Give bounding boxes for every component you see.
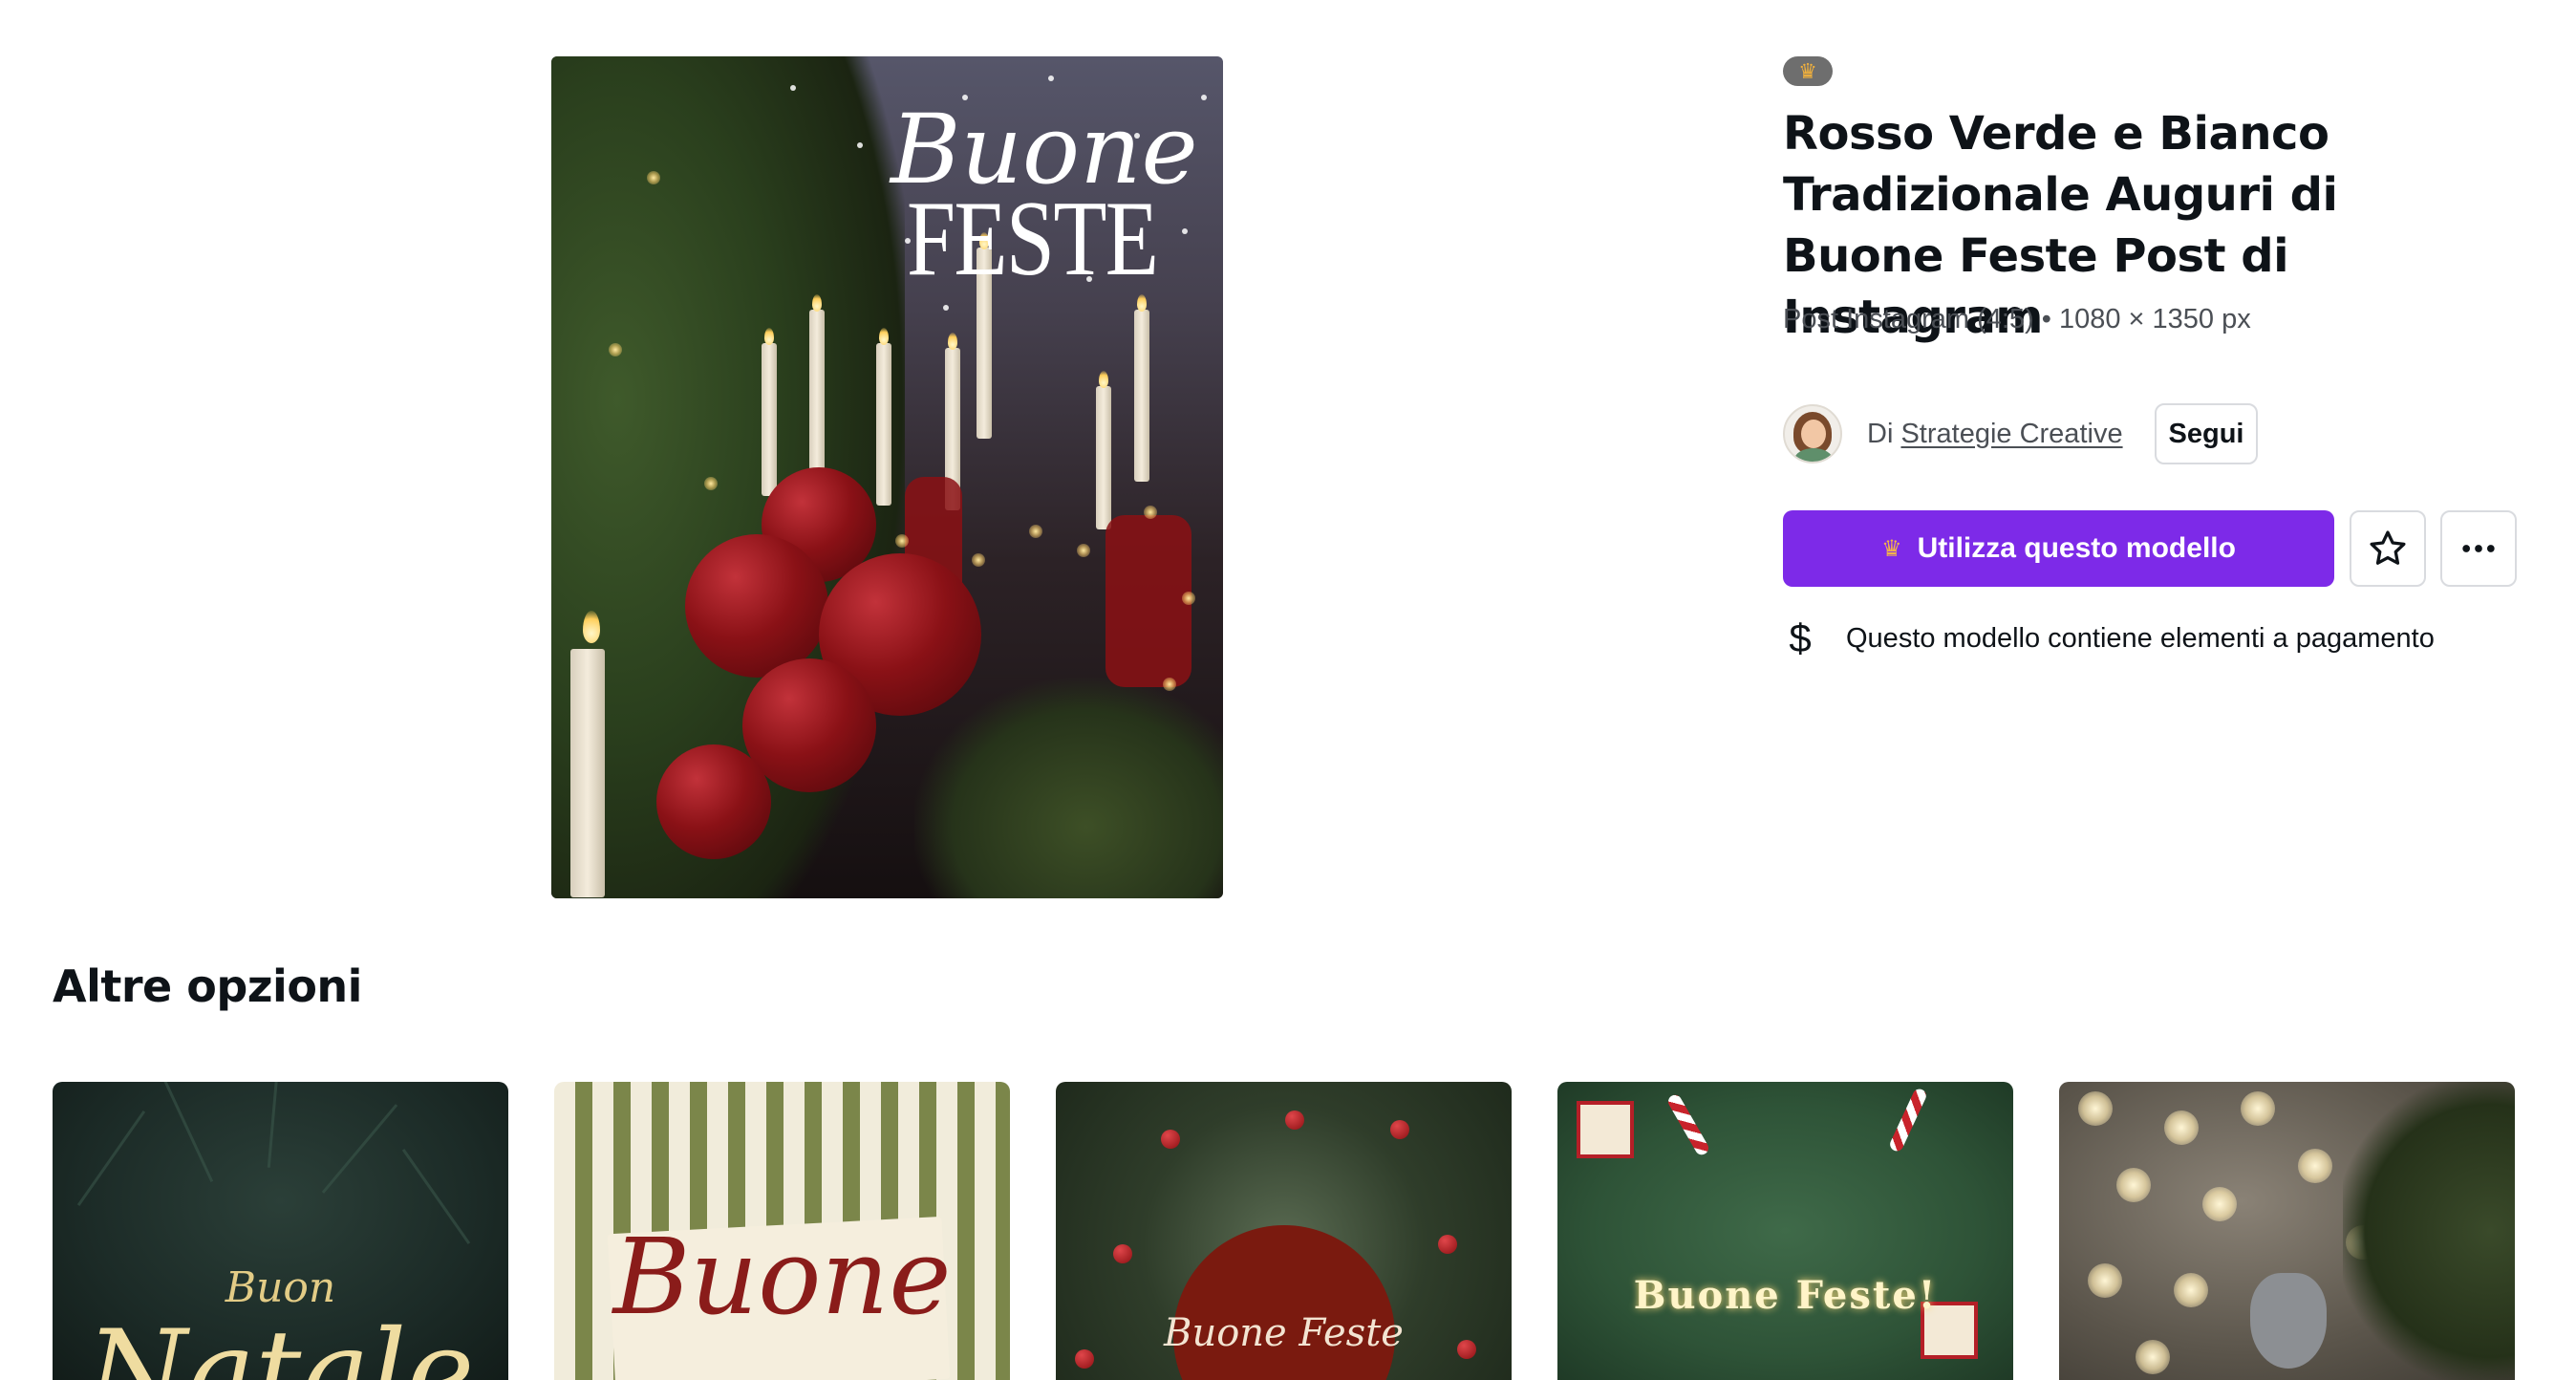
light [1182, 592, 1195, 605]
more-options-title: Altre opzioni [53, 960, 362, 1012]
light [895, 534, 909, 548]
more-options-button[interactable] [2440, 510, 2517, 587]
template-preview-image[interactable]: Buone FESTE [551, 56, 1223, 898]
flame [583, 611, 600, 643]
snow-dot [1201, 95, 1207, 100]
author-avatar[interactable] [1783, 404, 1842, 464]
flame [764, 328, 774, 345]
card-title: Buone [612, 1216, 952, 1338]
card-title: Natale [86, 1306, 475, 1380]
option-card[interactable]: Buon Natale [53, 1082, 508, 1380]
candle [762, 343, 777, 496]
candle [570, 649, 605, 897]
option-card[interactable]: Buone [554, 1082, 1010, 1380]
snow-dot [943, 305, 949, 311]
favorite-button[interactable] [2350, 510, 2426, 587]
crown-icon: ♛ [1881, 535, 1902, 562]
paid-elements-notice: $ Questo modello contiene elementi a pag… [1783, 612, 2435, 665]
snow-dot [857, 142, 863, 148]
candle [876, 343, 891, 506]
option-card[interactable]: Buone Feste! [1557, 1082, 2013, 1380]
more-horizontal-icon [2462, 545, 2495, 552]
snow-dot [1182, 228, 1188, 234]
snow-dot [790, 85, 796, 91]
light [647, 171, 660, 184]
use-template-label: Utilizza questo modello [1917, 532, 2236, 564]
candle [1134, 310, 1149, 482]
template-format: Post Instagram (4:5) • 1080 × 1350 px [1783, 304, 2251, 334]
ornament [685, 534, 828, 678]
snow-dot [1048, 75, 1054, 81]
card-title: Buone Feste! [1633, 1273, 1938, 1318]
light [1029, 525, 1042, 538]
option-card[interactable]: Buone Feste [1056, 1082, 1512, 1380]
star-icon [2370, 530, 2406, 565]
tree-decoration [914, 678, 1223, 898]
light [1077, 544, 1090, 557]
candle [1096, 386, 1111, 529]
follow-button[interactable]: Segui [2155, 403, 2258, 464]
dollar-icon: $ [1789, 615, 1812, 660]
ornament [656, 744, 771, 859]
pro-badge: ♛ [1783, 56, 1833, 86]
flame [879, 328, 889, 345]
preview-title-line2: FESTE [907, 180, 1159, 298]
author-prefix: Di [1867, 419, 1894, 449]
flame [1099, 371, 1108, 388]
option-card[interactable] [2059, 1082, 2515, 1380]
use-template-button[interactable]: ♛ Utilizza questo modello [1783, 510, 2334, 587]
light [609, 343, 622, 356]
flame [948, 333, 957, 350]
author-byline: Di Strategie Creative [1867, 419, 2123, 450]
light [1163, 678, 1176, 691]
flame [812, 294, 822, 312]
ribbon [1106, 515, 1191, 687]
card-title: Buon [225, 1263, 336, 1312]
author-link[interactable]: Strategie Creative [1900, 419, 2122, 449]
paid-notice-text: Questo modello contiene elementi a pagam… [1846, 622, 2435, 654]
light [1144, 506, 1157, 519]
light [972, 553, 985, 567]
crown-icon: ♛ [1798, 58, 1817, 83]
light [704, 477, 718, 490]
card-title: Buone Feste [1164, 1311, 1404, 1355]
candle [809, 310, 825, 491]
